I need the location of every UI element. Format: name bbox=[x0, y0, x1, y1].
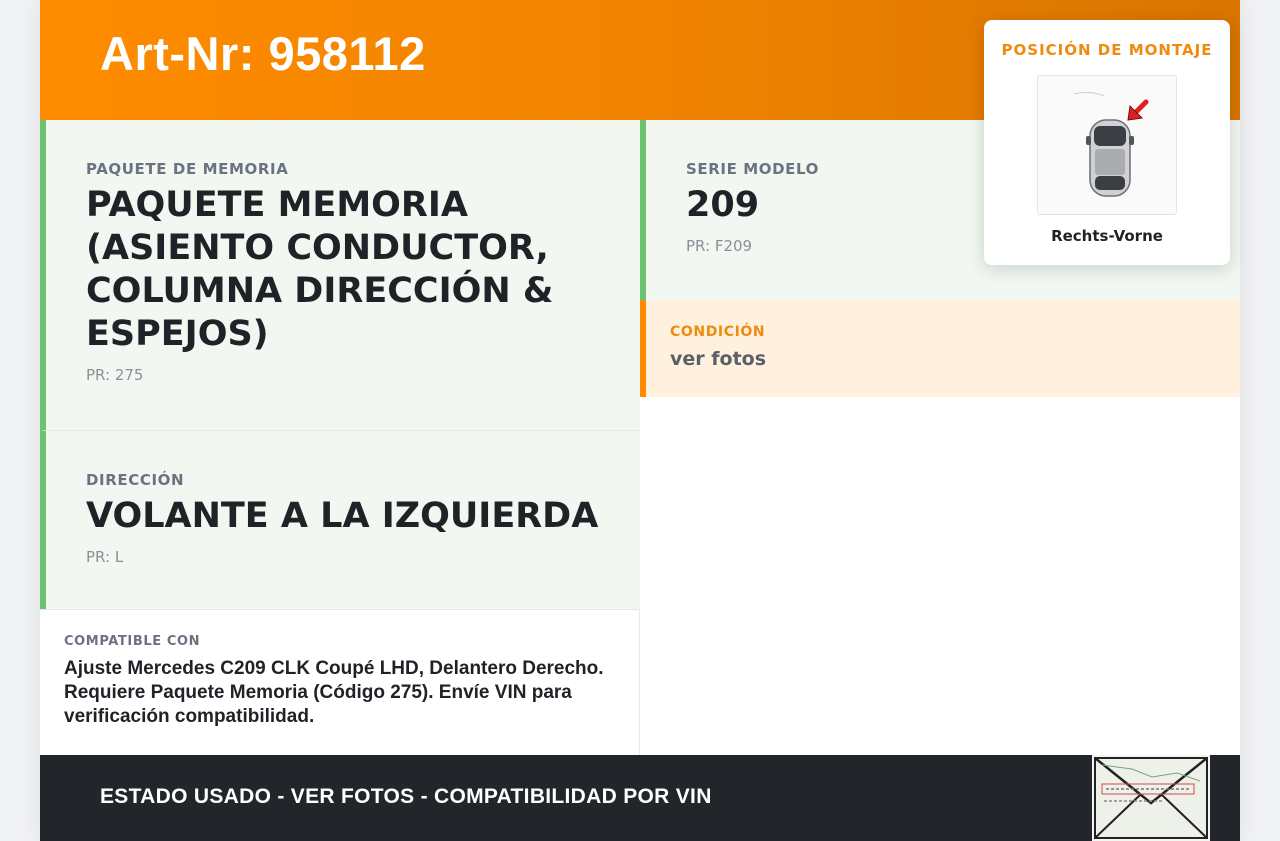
article-number: Art-Nr: 958112 bbox=[100, 27, 426, 80]
memory-package-label: PAQUETE DE MEMORIA bbox=[86, 160, 289, 178]
divider bbox=[40, 609, 640, 610]
condition-value: ver fotos bbox=[670, 348, 767, 370]
condition-label: CONDICIÓN bbox=[670, 324, 766, 340]
compatibility-label: COMPATIBLE CON bbox=[64, 634, 201, 649]
condition-cell: CONDICIÓN ver fotos bbox=[640, 300, 1240, 397]
envelope-label-icon bbox=[1092, 755, 1210, 841]
footer-bar: ESTADO USADO - VER FOTOS - COMPATIBILIDA… bbox=[40, 755, 1240, 841]
compatibility-section: COMPATIBLE CON Ajuste Mercedes C209 CLK … bbox=[64, 634, 624, 729]
mount-position-card: POSICIÓN DE MONTAJE Rechts-Vorne bbox=[984, 20, 1230, 265]
memory-package-value: PAQUETE MEMORIA (ASIENTO CONDUCTOR, COLU… bbox=[86, 185, 554, 354]
steering-label: DIRECCIÓN bbox=[86, 471, 185, 489]
footer-text: ESTADO USADO - VER FOTOS - COMPATIBILIDA… bbox=[100, 785, 712, 808]
memory-package-cell: PAQUETE DE MEMORIA PAQUETE MEMORIA (ASIE… bbox=[40, 120, 640, 430]
steering-cell: DIRECCIÓN VOLANTE A LA IZQUIERDA PR: L bbox=[40, 430, 640, 609]
divider bbox=[639, 610, 640, 755]
car-top-view-icon bbox=[1037, 75, 1177, 215]
memory-package-code: PR: 275 bbox=[86, 366, 144, 384]
steering-value: VOLANTE A LA IZQUIERDA bbox=[86, 496, 599, 536]
mount-position-label: Rechts-Vorne bbox=[1051, 227, 1163, 245]
steering-code: PR: L bbox=[86, 548, 124, 566]
compatibility-text: Ajuste Mercedes C209 CLK Coupé LHD, Dela… bbox=[64, 658, 604, 727]
mount-position-title: POSICIÓN DE MONTAJE bbox=[1001, 41, 1213, 59]
